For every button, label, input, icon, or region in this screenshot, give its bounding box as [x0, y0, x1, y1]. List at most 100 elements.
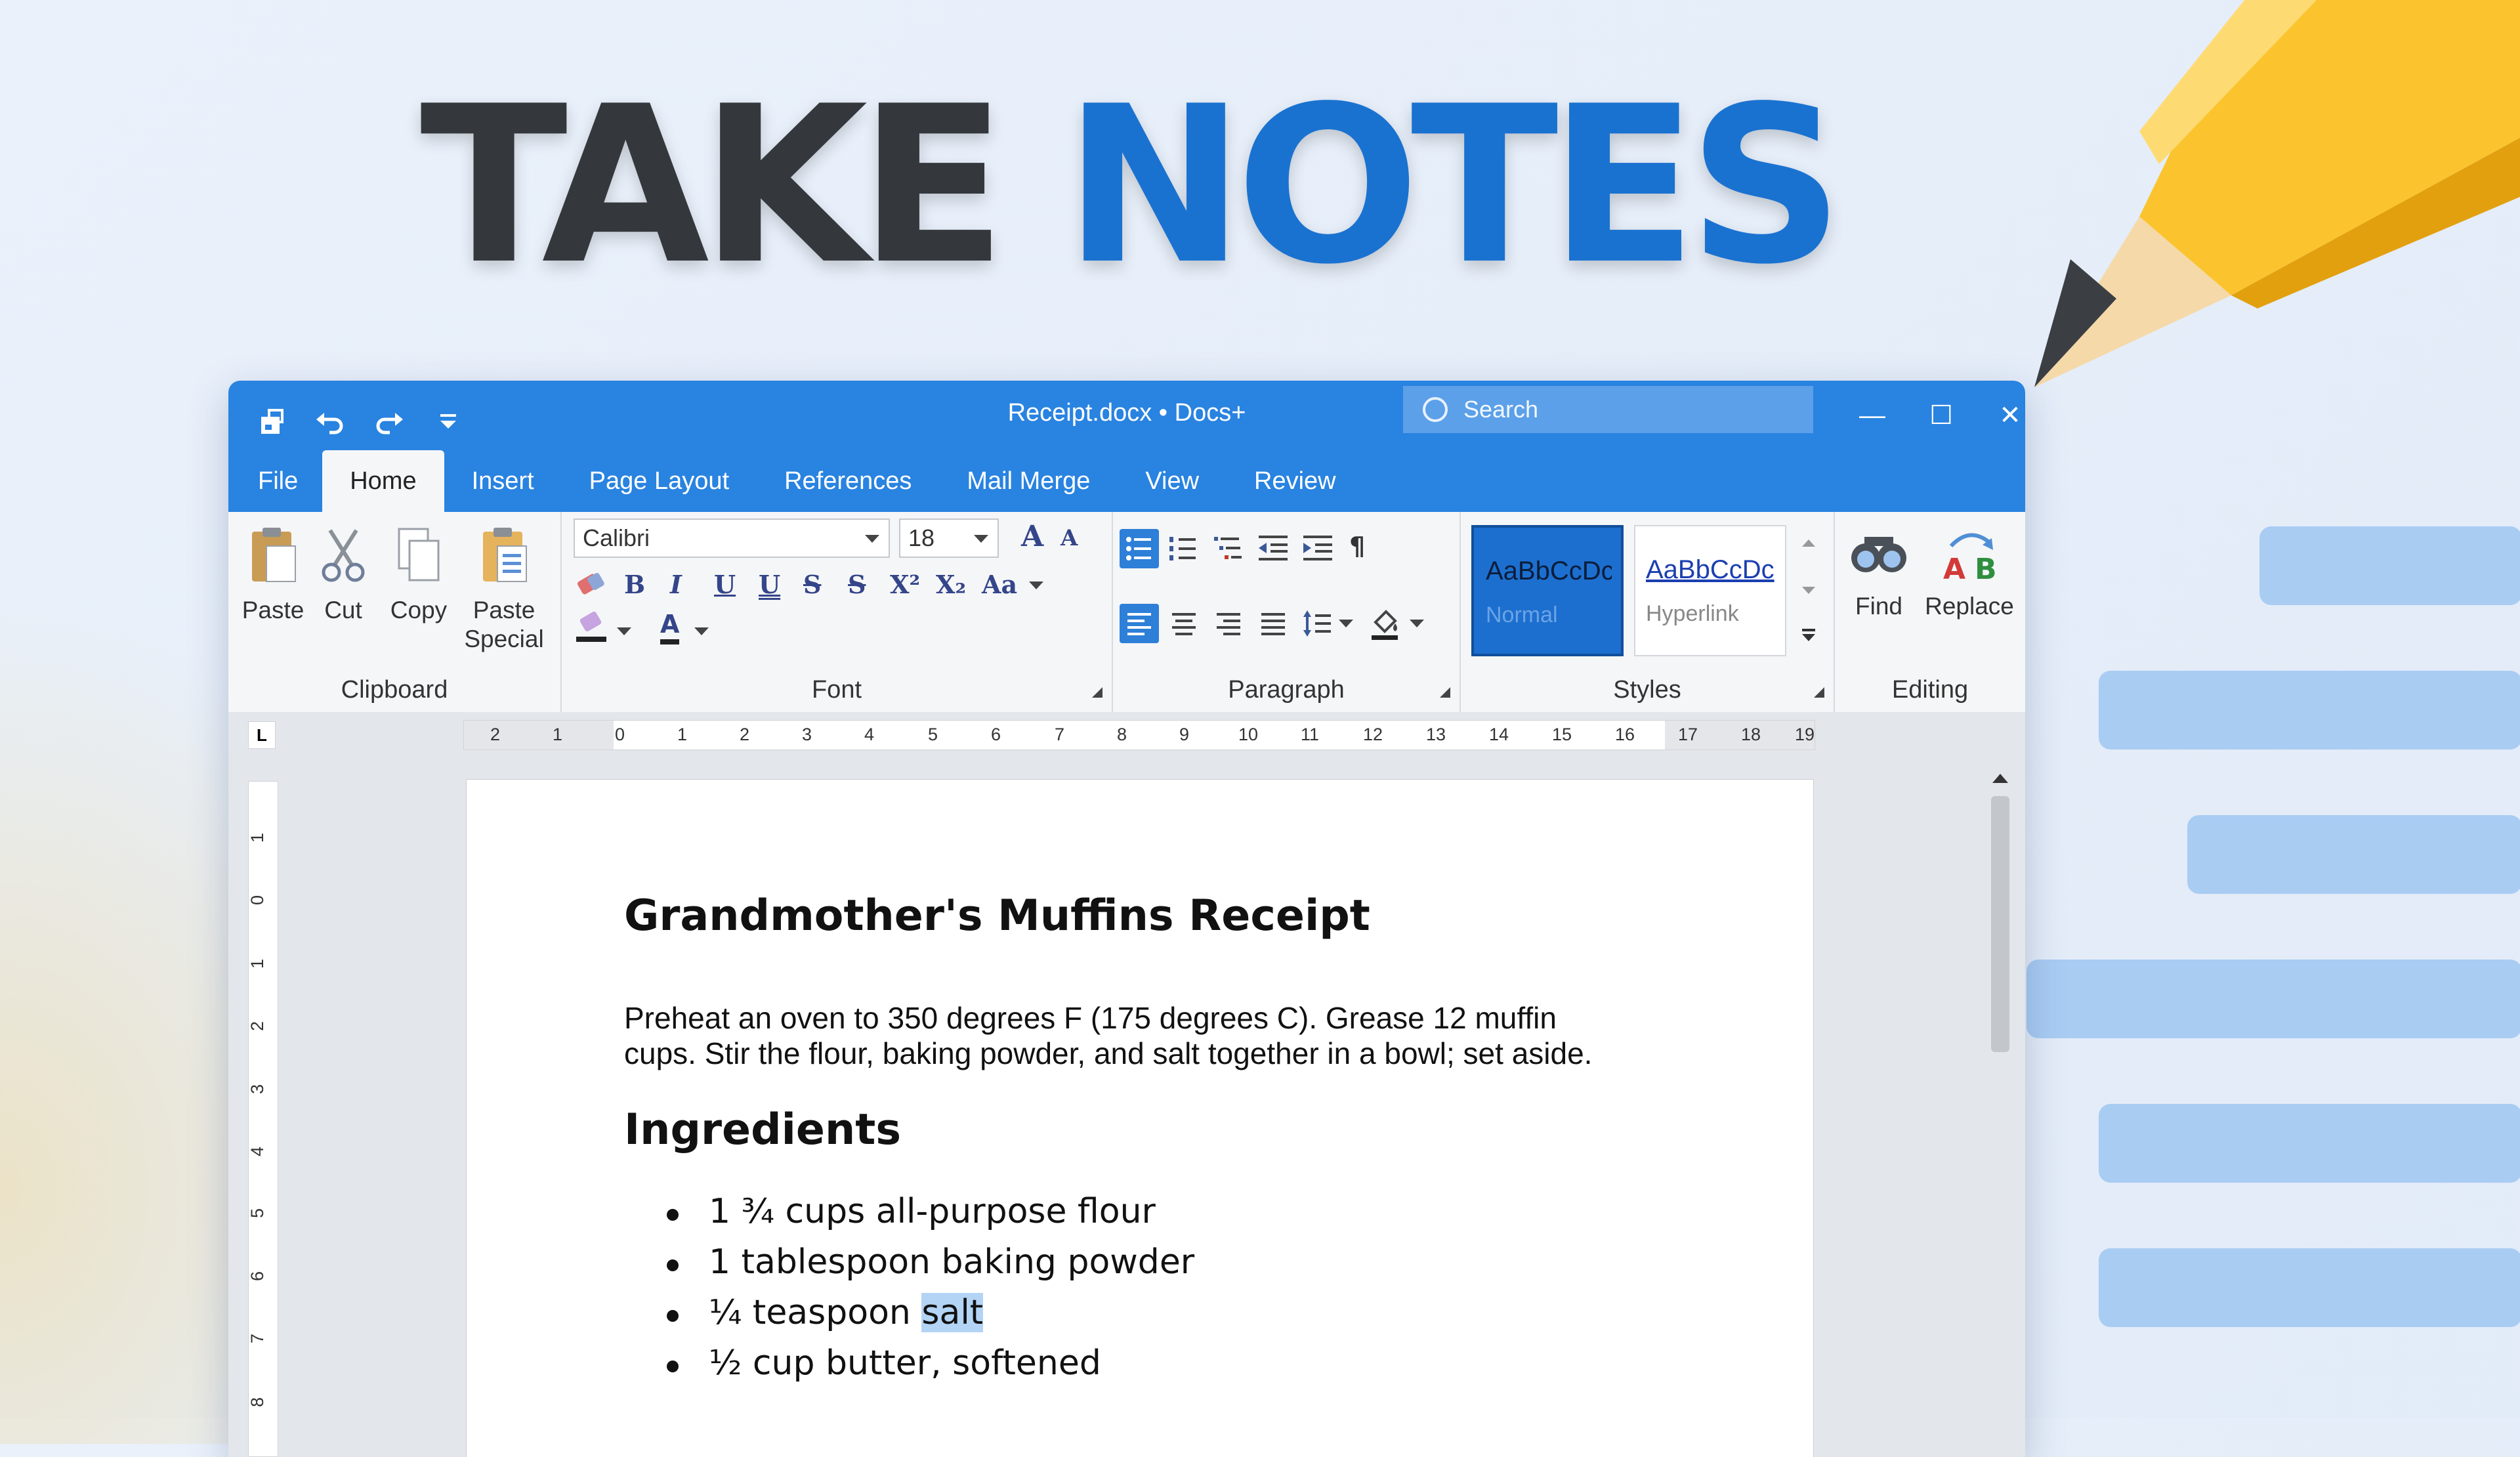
svg-text:A: A [1943, 553, 1965, 584]
show-formatting-button[interactable]: ¶ [1349, 532, 1365, 560]
chevron-down-icon[interactable] [1802, 587, 1815, 594]
chevron-down-icon [1407, 613, 1427, 633]
search-input[interactable]: Search [1403, 386, 1813, 433]
shrink-font-button[interactable]: A [1060, 525, 1078, 551]
ruler-number: 8 [247, 1397, 268, 1408]
ruler-number: 1 [553, 725, 563, 744]
more-styles-icon[interactable] [1802, 629, 1815, 631]
superscript-button[interactable]: X² [890, 570, 920, 599]
styles-group: AaBbCcDc Normal AaBbCcDc Hyperlink Style… [1461, 512, 1835, 712]
ruler-number: 11 [1301, 725, 1320, 744]
ingredients-list: 1 ¾ cups all-purpose flour 1 tablespoon … [667, 1187, 1194, 1389]
document-page[interactable]: Grandmother's Muffins Receipt Preheat an… [466, 779, 1814, 1457]
change-case-dropdown[interactable] [1026, 575, 1046, 595]
text-selection: salt [921, 1293, 984, 1332]
tab-stop-selector[interactable]: L [248, 721, 276, 749]
paste-button[interactable]: Paste [240, 525, 306, 625]
increase-indent-button[interactable] [1298, 529, 1337, 568]
tab-references[interactable]: References [757, 450, 939, 512]
change-case-button[interactable]: Aa [982, 570, 1017, 599]
line-spacing-button[interactable] [1298, 604, 1357, 643]
tab-view[interactable]: View [1118, 450, 1227, 512]
tab-mail-merge[interactable]: Mail Merge [939, 450, 1118, 512]
cut-label: Cut [324, 597, 362, 623]
ruler-number: 12 [1363, 725, 1383, 744]
find-label: Find [1855, 593, 1902, 620]
ruler-number: 16 [1615, 725, 1635, 744]
list-item: ½ cup butter, softened [667, 1338, 1194, 1389]
align-left-button[interactable] [1120, 604, 1159, 643]
decrease-indent-button[interactable] [1253, 529, 1293, 568]
underline-button[interactable]: U [714, 570, 736, 599]
minimize-button[interactable]: — [1849, 392, 1895, 438]
style-hyperlink-name: Hyperlink [1646, 601, 1739, 626]
align-right-button[interactable] [1209, 604, 1248, 643]
vertical-ruler[interactable]: 1 0 1 2 3 4 5 6 7 8 [247, 781, 278, 1457]
copy-button[interactable]: Copy [386, 525, 452, 625]
vertical-scrollbar[interactable] [1987, 770, 2013, 1457]
bold-button[interactable]: B [624, 570, 645, 599]
align-left-icon [1127, 613, 1151, 635]
grow-font-button[interactable]: A [1021, 520, 1043, 553]
ruler-number: 1 [677, 725, 688, 744]
highlight-dropdown[interactable] [614, 621, 634, 641]
tab-review[interactable]: Review [1227, 450, 1364, 512]
highlight-icon[interactable] [575, 610, 608, 650]
tab-page-layout[interactable]: Page Layout [562, 450, 757, 512]
shading-button[interactable] [1366, 604, 1432, 643]
style-hyperlink[interactable]: AaBbCcDc Hyperlink [1634, 525, 1786, 656]
strikethrough-button[interactable]: S [803, 570, 821, 599]
chevron-down-icon [1336, 613, 1356, 633]
paste-special-label-1: Paste [472, 597, 536, 623]
font-color-dropdown[interactable] [692, 621, 711, 641]
italic-button[interactable]: I [670, 570, 682, 599]
chevron-up-icon[interactable] [1802, 539, 1815, 547]
scrollbar-thumb[interactable] [1991, 796, 2009, 1052]
pencil-icon [2034, 0, 2520, 387]
font-size-value: 18 [908, 524, 935, 551]
horizontal-ruler[interactable]: 2 1 0 1 2 3 4 5 6 7 8 9 10 11 12 13 14 1… [463, 720, 1815, 750]
bullets-button[interactable] [1120, 529, 1159, 568]
style-normal[interactable]: AaBbCcDc Normal [1471, 525, 1624, 656]
decor-bar [2259, 526, 2520, 605]
ruler-number: 1 [247, 832, 268, 843]
font-size-select[interactable]: 18 [899, 518, 999, 558]
binoculars-icon [1851, 537, 1906, 572]
editing-group-label: Editing [1891, 676, 1969, 704]
subscript-button[interactable]: X₂ [936, 570, 966, 599]
paste-special-button[interactable]: Paste Special [461, 525, 547, 654]
style-normal-sample: AaBbCcDc [1486, 557, 1612, 585]
paste-special-icon [483, 528, 527, 582]
editing-group: Find AB Replace Editing [1835, 512, 2025, 712]
multilevel-list-button[interactable] [1209, 529, 1248, 568]
chevron-down-icon [974, 535, 988, 543]
numbering-button[interactable] [1164, 529, 1204, 568]
scroll-up-icon[interactable] [1992, 774, 2008, 783]
headline-word-take: TAKE [420, 60, 1007, 312]
font-color-button[interactable]: A [660, 609, 680, 644]
dialog-launcher-icon[interactable] [1814, 687, 1824, 698]
title-bar: Receipt.docx • Docs+ Search — ☐ ✕ File H… [228, 381, 2025, 512]
app-window: Receipt.docx • Docs+ Search — ☐ ✕ File H… [228, 381, 2025, 1457]
ruler-number: 5 [247, 1208, 268, 1219]
justify-button[interactable] [1253, 604, 1293, 643]
maximize-button[interactable]: ☐ [1918, 392, 1964, 438]
dialog-launcher-icon[interactable] [1092, 687, 1102, 698]
replace-button[interactable]: AB Replace [1920, 525, 2019, 620]
ruler-number: 3 [247, 1084, 268, 1095]
double-strikethrough-button[interactable]: S [848, 570, 866, 599]
ruler-number: 7 [1055, 725, 1065, 744]
tab-insert[interactable]: Insert [444, 450, 562, 512]
dialog-launcher-icon[interactable] [1440, 687, 1450, 698]
cut-button[interactable]: Cut [314, 525, 373, 625]
find-button[interactable]: Find [1843, 525, 1915, 620]
styles-scroller[interactable] [1796, 525, 1822, 656]
close-button[interactable]: ✕ [1987, 392, 2025, 438]
font-group: Calibri 18 A A B I U U S S X² X₂ Aa A Fo… [562, 512, 1113, 712]
align-center-button[interactable] [1164, 604, 1204, 643]
tab-file[interactable]: File [228, 450, 322, 512]
font-family-select[interactable]: Calibri [574, 518, 890, 558]
clear-format-icon[interactable] [575, 568, 608, 601]
double-underline-button[interactable]: U [759, 570, 780, 599]
tab-home[interactable]: Home [322, 450, 444, 512]
